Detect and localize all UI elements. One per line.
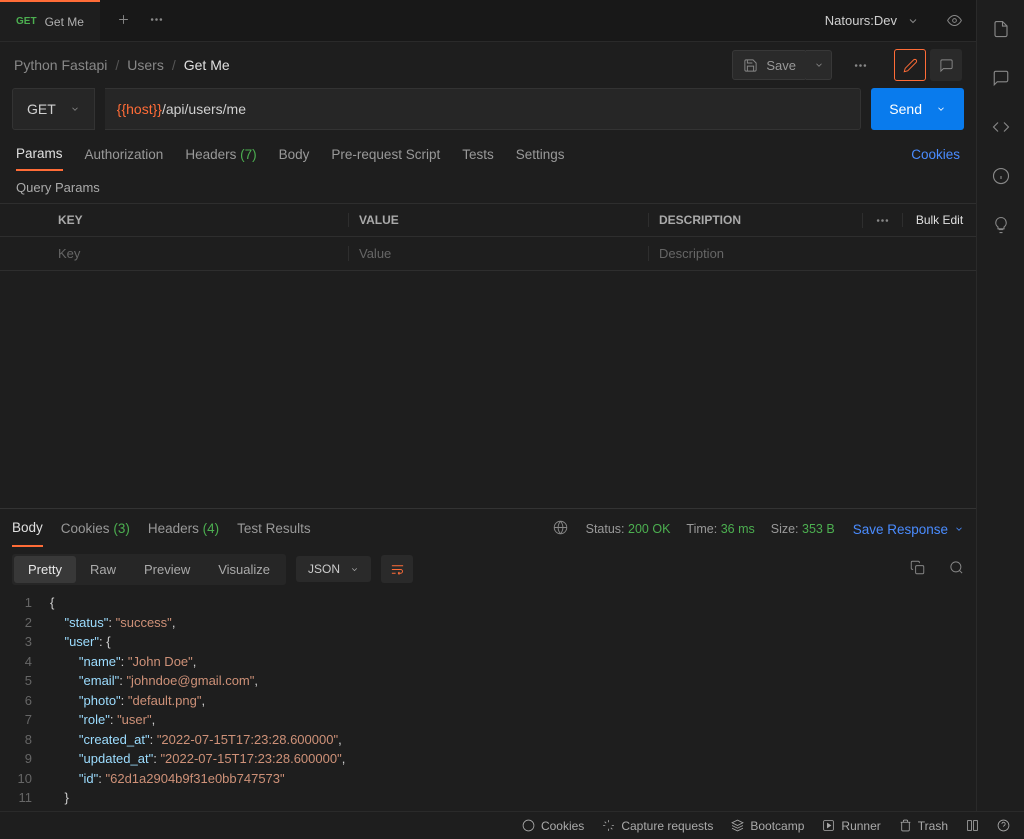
save-button[interactable]: Save [732,50,807,80]
col-description: DESCRIPTION [648,213,862,227]
footer-cookies[interactable]: Cookies [522,819,584,833]
request-tab[interactable]: GET Get Me [0,0,100,41]
chevron-down-icon [70,104,80,114]
format-selector[interactable]: JSON [296,556,371,582]
preview-environment-button[interactable] [933,0,976,41]
more-actions-button[interactable] [844,49,876,81]
tab-headers[interactable]: Headers (7) [185,139,256,170]
params-table-header: KEY VALUE DESCRIPTION Bulk Edit [0,203,976,237]
resp-tab-cookies[interactable]: Cookies (3) [61,513,130,546]
footer-panes-button[interactable] [966,819,979,832]
chevron-down-icon [907,15,919,27]
footer-trash[interactable]: Trash [899,819,948,833]
view-pretty[interactable]: Pretty [14,556,76,583]
view-raw[interactable]: Raw [76,556,130,583]
search-response-button[interactable] [949,560,964,578]
view-preview[interactable]: Preview [130,556,204,583]
network-icon[interactable] [553,520,568,538]
status-bar: Cookies Capture requests Bootcamp Runner… [0,811,1024,839]
tab-title: Get Me [45,15,84,29]
tab-tests[interactable]: Tests [462,139,494,170]
footer-runner[interactable]: Runner [822,819,880,833]
resp-tab-body[interactable]: Body [12,512,43,547]
breadcrumb-request: Get Me [184,57,230,73]
resp-tab-headers[interactable]: Headers (4) [148,513,219,546]
tab-settings[interactable]: Settings [516,139,565,170]
bulk-edit-button[interactable]: Bulk Edit [902,213,976,227]
resp-tab-test-results[interactable]: Test Results [237,513,311,546]
cookies-link[interactable]: Cookies [911,147,960,162]
environment-selector[interactable]: Natours:Dev [811,0,933,41]
response-meta: Status: 200 OK Time: 36 ms Size: 353 B [586,522,835,536]
save-dropdown[interactable] [806,50,832,80]
new-tab-button[interactable] [116,12,131,30]
right-sidebar [976,0,1024,839]
column-options-button[interactable] [862,213,902,228]
tab-method: GET [16,16,37,27]
tab-params[interactable]: Params [16,138,63,171]
documentation-icon[interactable] [992,20,1010,41]
copy-response-button[interactable] [910,560,925,578]
edit-mode-button[interactable] [894,49,926,81]
send-button[interactable]: Send [871,88,964,130]
save-response-button[interactable]: Save Response [853,522,964,537]
footer-help-button[interactable] [997,819,1010,832]
code-icon[interactable] [992,118,1010,139]
param-key-input[interactable]: Key [48,246,348,261]
view-visualize[interactable]: Visualize [204,556,284,583]
comment-mode-button[interactable] [930,49,962,81]
breadcrumb: Python Fastapi / Users / Get Me [14,57,230,73]
footer-capture[interactable]: Capture requests [602,819,713,833]
param-desc-input[interactable]: Description [648,246,862,261]
tab-bar: GET Get Me Natours:Dev [0,0,976,42]
wrap-lines-button[interactable] [381,555,413,583]
col-value: VALUE [348,213,648,227]
footer-bootcamp[interactable]: Bootcamp [731,819,804,833]
breadcrumb-collection[interactable]: Python Fastapi [14,57,107,73]
tab-options-button[interactable] [149,12,164,30]
tab-body[interactable]: Body [279,139,310,170]
lightbulb-icon[interactable] [992,216,1010,237]
query-params-title: Query Params [0,172,976,203]
param-value-input[interactable]: Value [348,246,648,261]
chevron-down-icon [936,104,946,114]
tab-prerequest[interactable]: Pre-request Script [331,139,440,170]
info-icon[interactable] [992,167,1010,188]
comments-icon[interactable] [992,69,1010,90]
param-row-empty[interactable]: Key Value Description [0,237,976,271]
col-key: KEY [48,213,348,227]
url-input[interactable]: {{host}}/api/users/me [105,88,862,130]
http-method-selector[interactable]: GET [12,88,95,130]
response-body-viewer[interactable]: 1{2 "status": "success",3 "user": {4 "na… [0,589,976,839]
environment-name: Natours:Dev [825,13,897,28]
breadcrumb-folder[interactable]: Users [127,57,164,73]
tab-authorization[interactable]: Authorization [85,139,164,170]
